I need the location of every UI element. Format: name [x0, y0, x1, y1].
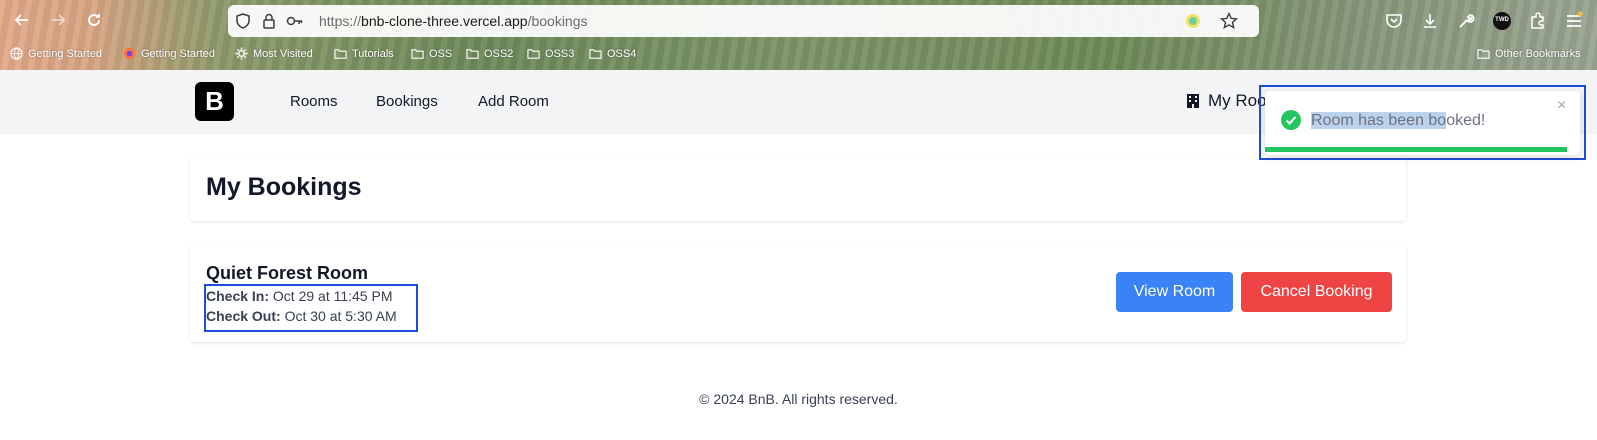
- highlight-box-dates: [204, 284, 418, 332]
- check-circle-icon: [1281, 110, 1301, 130]
- building-icon: [1187, 94, 1199, 108]
- lock-icon[interactable]: [260, 12, 278, 30]
- toast-message: Room has been booked!: [1311, 112, 1486, 129]
- bookmark-getting-started[interactable]: Getting Started: [10, 47, 102, 60]
- key-icon[interactable]: [286, 12, 304, 30]
- extension-color-icon[interactable]: [1184, 12, 1202, 30]
- pocket-icon[interactable]: [1384, 11, 1404, 31]
- folder-icon: [527, 49, 540, 59]
- browser-toolbar: https://bnb-clone-three.vercel.app/booki…: [0, 0, 1597, 70]
- toast-notification[interactable]: Room has been booked! ×: [1265, 91, 1580, 155]
- view-room-button[interactable]: View Room: [1116, 272, 1233, 312]
- reload-icon[interactable]: [82, 10, 106, 34]
- nav-rooms[interactable]: Rooms: [290, 93, 338, 110]
- bookmark-oss[interactable]: OSS: [411, 47, 452, 60]
- booking-card: Quiet Forest Room Check In: Oct 29 at 11…: [190, 244, 1406, 342]
- folder-icon: [334, 49, 347, 59]
- globe-icon: [10, 47, 23, 60]
- url-bar[interactable]: https://bnb-clone-three.vercel.app/booki…: [228, 5, 1259, 37]
- gear-icon: [235, 47, 248, 60]
- page-title: My Bookings: [206, 173, 362, 201]
- bookmark-oss4[interactable]: OSS4: [589, 47, 636, 60]
- close-icon[interactable]: ×: [1557, 97, 1566, 115]
- folder-icon: [1477, 49, 1490, 59]
- nav-my-rooms-label: My Roo: [1208, 91, 1267, 110]
- bookmark-other-bookmarks[interactable]: Other Bookmarks: [1477, 47, 1581, 60]
- firefox-icon: [123, 47, 136, 60]
- profile-avatar-icon[interactable]: TWD: [1492, 11, 1512, 31]
- wrench-icon[interactable]: [1456, 11, 1476, 31]
- nav-my-rooms[interactable]: My Roo: [1186, 91, 1267, 111]
- bookmark-most-visited[interactable]: Most Visited: [235, 47, 313, 60]
- folder-icon: [411, 49, 424, 59]
- profile-badge: TWD: [1495, 17, 1509, 23]
- bookmark-oss2[interactable]: OSS2: [466, 47, 513, 60]
- footer-copyright: © 2024 BnB. All rights reserved.: [699, 391, 898, 407]
- page-title-card: My Bookings: [190, 155, 1406, 221]
- download-icon[interactable]: [1420, 11, 1440, 31]
- star-bookmark-icon[interactable]: [1219, 11, 1239, 30]
- folder-icon: [466, 49, 479, 59]
- logo[interactable]: B: [195, 82, 234, 121]
- folder-icon: [589, 49, 602, 59]
- room-name: Quiet Forest Room: [206, 263, 369, 283]
- bookmarks-bar: Getting Started Getting Started Most Vis…: [0, 44, 1597, 66]
- menu-icon[interactable]: [1564, 11, 1584, 31]
- bookmark-getting-started-firefox[interactable]: Getting Started: [123, 47, 215, 60]
- extensions-puzzle-icon[interactable]: [1528, 11, 1548, 31]
- forward-icon[interactable]: [46, 10, 70, 34]
- nav-bookings[interactable]: Bookings: [376, 93, 438, 110]
- toast-progress-bar: [1265, 147, 1568, 152]
- url-text[interactable]: https://bnb-clone-three.vercel.app/booki…: [319, 13, 588, 29]
- bookmark-tutorials[interactable]: Tutorials: [334, 47, 394, 60]
- back-icon[interactable]: [10, 10, 34, 34]
- shield-icon: [234, 12, 252, 30]
- nav-add-room[interactable]: Add Room: [478, 93, 549, 110]
- cancel-booking-button[interactable]: Cancel Booking: [1241, 272, 1392, 312]
- bookmark-oss3[interactable]: OSS3: [527, 47, 574, 60]
